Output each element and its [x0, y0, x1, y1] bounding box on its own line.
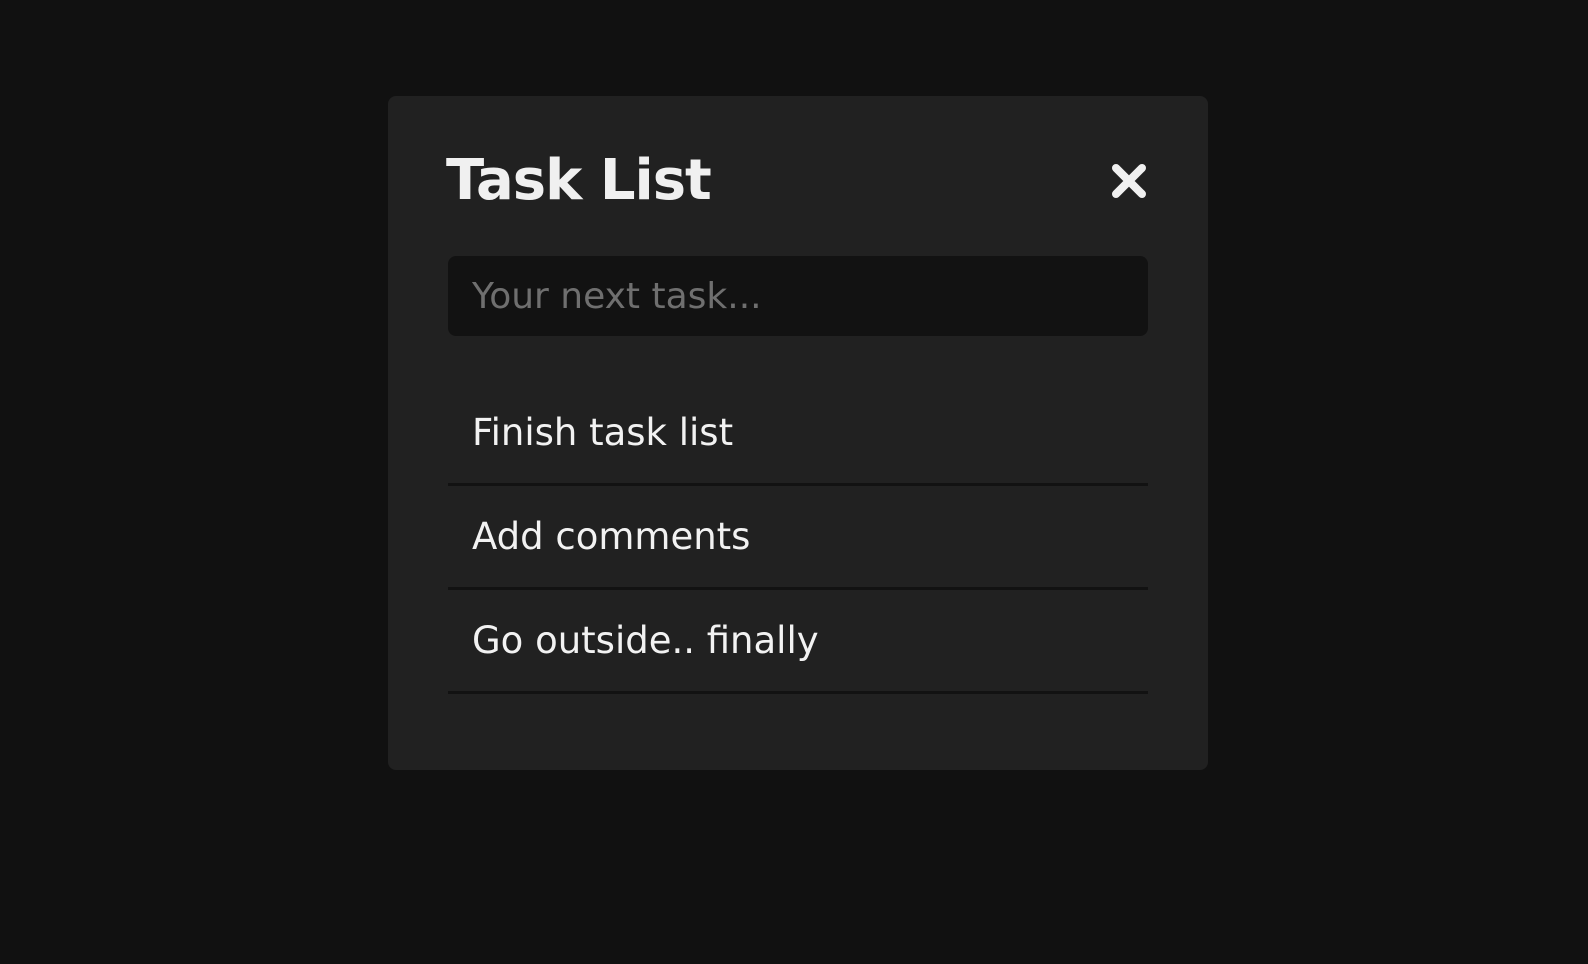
close-button[interactable] — [1110, 162, 1148, 200]
task-list: Finish task list Add comments Go outside… — [448, 382, 1148, 694]
task-item[interactable]: Add comments — [448, 486, 1148, 590]
new-task-input[interactable] — [448, 256, 1148, 336]
page-title: Task List — [446, 148, 712, 213]
task-label: Go outside.. finally — [472, 619, 819, 662]
task-item[interactable]: Finish task list — [448, 382, 1148, 486]
task-label: Add comments — [472, 515, 751, 558]
task-label: Finish task list — [472, 411, 734, 454]
task-item[interactable]: Go outside.. finally — [448, 590, 1148, 694]
task-list-dialog: Task List Finish task list Add comments … — [388, 96, 1208, 770]
close-icon — [1112, 164, 1146, 198]
